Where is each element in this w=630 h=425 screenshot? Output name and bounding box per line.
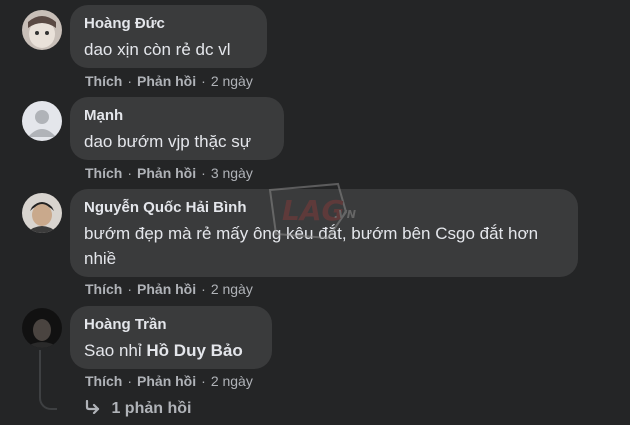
separator: · <box>201 165 206 181</box>
replies-count-label: 1 phản hồi <box>111 400 192 417</box>
comment-text-before: Sao nhỉ <box>84 341 142 360</box>
comment-time[interactable]: 3 ngày <box>211 165 253 181</box>
reply-arrow-icon <box>85 399 105 417</box>
reply-button[interactable]: Phản hồi <box>137 373 196 389</box>
comment-bubble: Mạnh dao bướm vjp thặc sự <box>70 97 284 160</box>
comment-actions: Thích · Phản hồi · 2 ngày <box>85 72 253 90</box>
separator: · <box>201 373 206 389</box>
separator: · <box>127 281 133 297</box>
reply-button[interactable]: Phản hồi <box>137 165 196 181</box>
comment-actions: Thích · Phản hồi · 2 ngày <box>85 372 253 390</box>
comment-text: Sao nhỉ Hồ Duy Bảo <box>84 338 258 363</box>
separator: · <box>127 165 133 181</box>
separator: · <box>127 373 133 389</box>
avatar[interactable] <box>22 308 62 348</box>
avatar[interactable] <box>22 10 62 50</box>
reply-button[interactable]: Phản hồi <box>137 73 196 89</box>
comment-actions: Thích · Phản hồi · 2 ngày <box>85 280 253 298</box>
comment-text: dao bướm vjp thặc sự <box>84 132 252 151</box>
reply-button[interactable]: Phản hồi <box>137 281 196 297</box>
avatar[interactable] <box>22 101 62 141</box>
watermark-logo: LAG .VN <box>268 182 368 244</box>
avatar[interactable] <box>22 193 62 233</box>
comment-author[interactable]: Mạnh <box>84 106 270 126</box>
comment-bubble: Hoàng Trần Sao nhỉ Hồ Duy Bảo <box>70 306 272 369</box>
comment-text: dao xịn còn rẻ dc vl <box>84 40 231 59</box>
comment-author[interactable]: Hoàng Trần <box>84 315 258 335</box>
comment-time[interactable]: 2 ngày <box>211 73 253 89</box>
comment-author[interactable]: Hoàng Đức <box>84 14 253 34</box>
comment-time[interactable]: 2 ngày <box>211 281 253 297</box>
like-button[interactable]: Thích <box>85 165 122 181</box>
comment-time[interactable]: 2 ngày <box>211 373 253 389</box>
mention-link[interactable]: Hồ Duy Bảo <box>146 341 242 360</box>
watermark-suffix: .VN <box>334 208 356 221</box>
thread-connector <box>39 350 57 410</box>
comment-actions: Thích · Phản hồi · 3 ngày <box>85 164 253 182</box>
comment-bubble: Hoàng Đức dao xịn còn rẻ dc vl <box>70 5 267 68</box>
separator: · <box>201 73 206 89</box>
view-replies-link[interactable]: 1 phản hồi <box>85 399 192 418</box>
separator: · <box>201 281 206 297</box>
like-button[interactable]: Thích <box>85 281 122 297</box>
like-button[interactable]: Thích <box>85 373 122 389</box>
separator: · <box>127 73 133 89</box>
like-button[interactable]: Thích <box>85 73 122 89</box>
